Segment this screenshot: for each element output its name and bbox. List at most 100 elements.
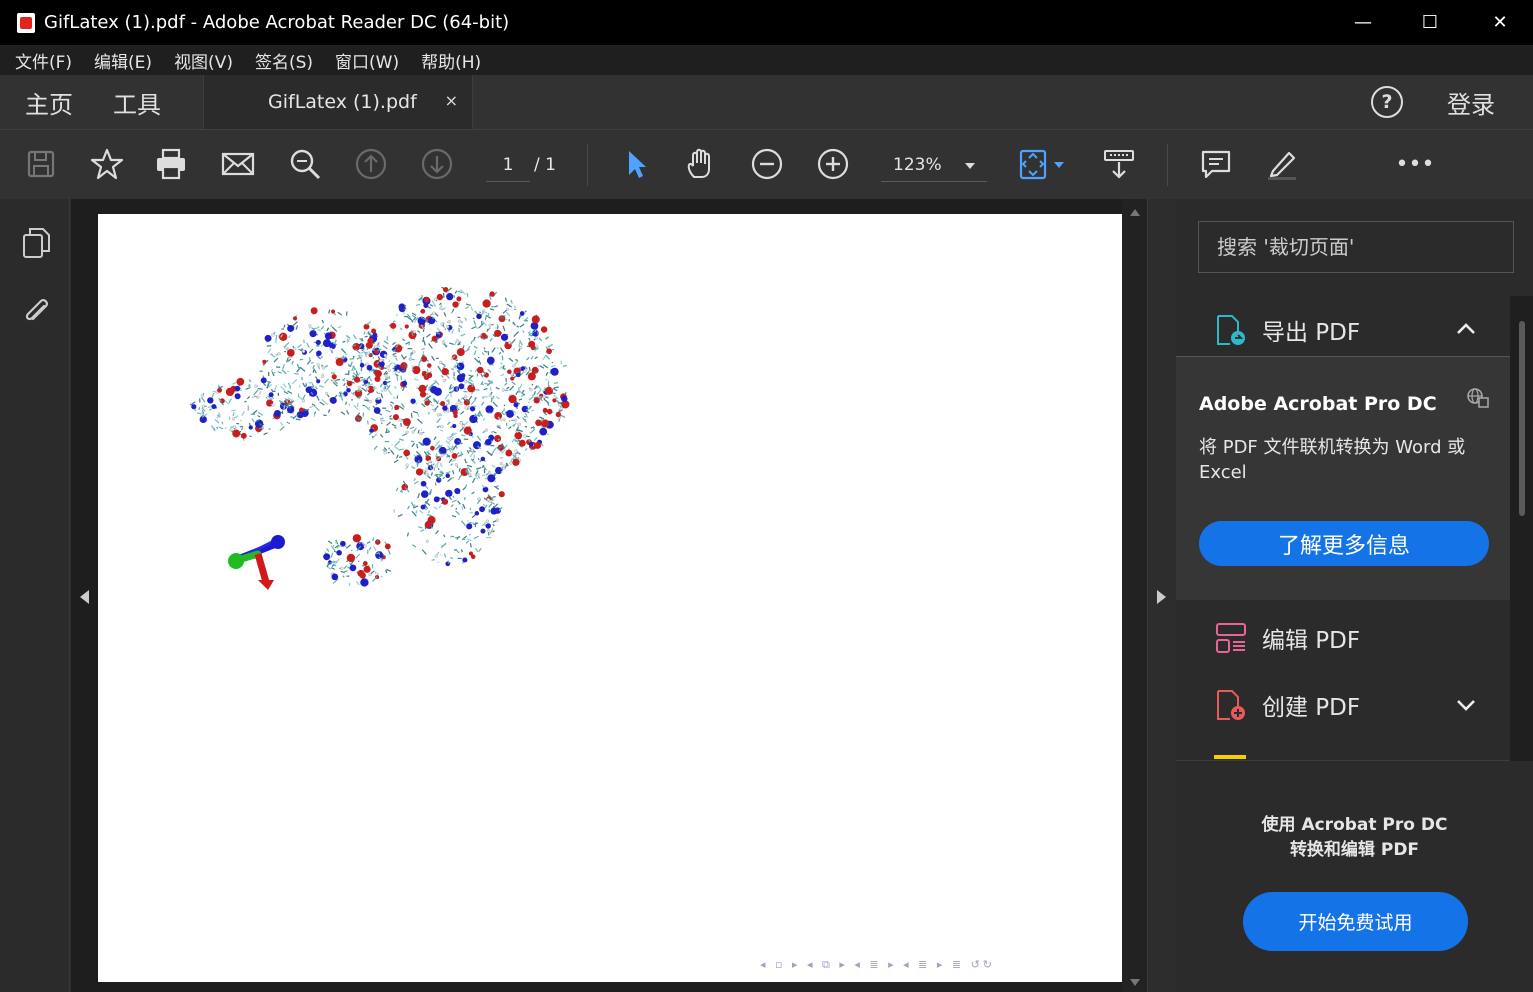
molecule-atom (229, 428, 233, 432)
print-icon[interactable] (151, 144, 191, 184)
tab-tools[interactable]: 工具 (113, 75, 161, 129)
molecule-atom (254, 419, 264, 428)
molecule-atom (286, 405, 295, 414)
menu-edit[interactable]: 编辑(E) (94, 48, 152, 73)
molecule-bond (387, 451, 390, 454)
molecule-bond (513, 305, 517, 309)
page-thumbnails-icon[interactable] (20, 225, 54, 261)
tools-search-input[interactable]: 搜索 '裁切页面' (1198, 221, 1514, 273)
molecule-atom (353, 376, 361, 383)
close-window-button[interactable]: ✕ (1465, 0, 1533, 45)
select-cursor-icon[interactable] (615, 144, 655, 184)
chevron-down-icon[interactable] (1456, 698, 1476, 712)
molecule-atom (459, 401, 463, 406)
search-zoom-icon[interactable] (285, 144, 325, 184)
molecule-atom (301, 399, 306, 403)
tab-home[interactable]: 主页 (25, 75, 73, 129)
molecule-atom (433, 496, 440, 503)
bookmark-star-icon[interactable] (87, 144, 127, 184)
menu-file[interactable]: 文件(F) (15, 48, 72, 73)
edit-pdf-item[interactable]: 编辑 PDF (1176, 614, 1510, 662)
molecule-bond (553, 386, 559, 389)
molecule-atom (467, 384, 476, 393)
minimize-button[interactable]: — (1328, 0, 1398, 45)
attachment-icon[interactable] (20, 294, 54, 330)
zoom-in-icon[interactable] (813, 144, 853, 184)
molecule-atom (476, 366, 484, 374)
molecule-atom (316, 350, 322, 357)
next-page-icon[interactable] (417, 144, 457, 184)
molecule-bond (400, 354, 405, 360)
vertical-scrollbar[interactable] (1122, 199, 1147, 992)
learn-more-button[interactable]: 了解更多信息 (1199, 521, 1489, 566)
tab-document[interactable]: GifLatex (1).pdf × (203, 75, 473, 129)
free-trial-button[interactable]: 开始免费试用 (1243, 892, 1468, 951)
molecule-bond (454, 340, 457, 346)
molecule-bond (434, 482, 437, 486)
export-pdf-item[interactable]: 导出 PDF (1176, 303, 1510, 357)
molecule-atom (425, 468, 429, 472)
molecule-bond (391, 407, 394, 410)
menu-view[interactable]: 视图(V) (174, 48, 233, 73)
menu-window[interactable]: 窗口(W) (335, 48, 399, 73)
molecule-bond (461, 538, 466, 541)
molecule-bond (362, 383, 366, 387)
collapse-left-icon[interactable] (80, 590, 89, 604)
molecule-atom (402, 418, 411, 427)
molecule-atom (510, 376, 515, 381)
page-number-input[interactable]: 1 (486, 148, 530, 182)
panel-scrollbar[interactable] (1510, 296, 1533, 761)
molecule-atom (310, 307, 318, 315)
molecule-bond (469, 533, 471, 536)
scroll-up-icon[interactable] (1130, 209, 1140, 216)
beamer-navigation-strip[interactable]: ◂ ▫ ▸ ◂ ⧉ ▸ ◂ ≣ ▸ ◂ ≣ ▸ ≣ ↺↻ (760, 958, 995, 972)
molecule-bond (340, 411, 346, 415)
molecule-bond (473, 350, 477, 356)
menu-sign[interactable]: 签名(S) (255, 48, 313, 73)
right-panel-toggle[interactable] (1147, 199, 1176, 992)
highlight-pen-icon[interactable] (1262, 144, 1302, 184)
molecule-bond (466, 538, 472, 542)
previous-page-icon[interactable] (351, 144, 391, 184)
zoom-level-dropdown[interactable]: 123% (881, 148, 987, 182)
molecule-bond (457, 474, 462, 481)
molecule-bond (460, 549, 463, 553)
molecule-bond (492, 401, 498, 408)
molecule-bond (530, 355, 534, 360)
save-icon[interactable] (21, 144, 61, 184)
close-tab-icon[interactable]: × (445, 91, 458, 110)
more-tools-icon[interactable]: ••• (1395, 144, 1435, 184)
scroll-mode-icon[interactable] (1099, 144, 1139, 184)
molecule-atom (262, 359, 267, 364)
molecule-atom (488, 470, 492, 474)
collapse-right-icon[interactable] (1157, 590, 1166, 604)
panel-scrollbar-thumb[interactable] (1519, 321, 1525, 516)
maximize-button[interactable]: ☐ (1395, 0, 1465, 45)
chevron-up-icon[interactable] (1456, 321, 1476, 335)
comment-icon[interactable] (1196, 144, 1236, 184)
molecule-atom (440, 400, 446, 407)
help-icon[interactable]: ? (1371, 86, 1403, 118)
molecule-bond (440, 375, 444, 379)
molecule-bond (436, 417, 441, 424)
fit-page-icon[interactable] (1016, 144, 1068, 184)
hand-tool-icon[interactable] (681, 144, 721, 184)
molecule-bond (218, 426, 224, 430)
molecule-bond (373, 445, 378, 450)
zoom-out-icon[interactable] (747, 144, 787, 184)
create-pdf-item[interactable]: 创建 PDF (1176, 681, 1510, 729)
edit-pdf-icon (1216, 623, 1246, 653)
email-icon[interactable] (218, 144, 258, 184)
login-button[interactable]: 登录 (1447, 75, 1495, 129)
promo-title: Adobe Acrobat Pro DC (1199, 393, 1437, 415)
molecule-bond (302, 394, 306, 400)
menu-help[interactable]: 帮助(H) (421, 48, 481, 73)
molecule-bond (417, 330, 421, 334)
scroll-down-icon[interactable] (1130, 979, 1140, 986)
molecule-bond (459, 410, 465, 415)
molecule-atom (461, 424, 465, 428)
molecule-atom (412, 350, 416, 354)
molecule-bond (304, 409, 310, 412)
molecule-bond (213, 427, 216, 432)
molecule-bond (342, 575, 345, 578)
